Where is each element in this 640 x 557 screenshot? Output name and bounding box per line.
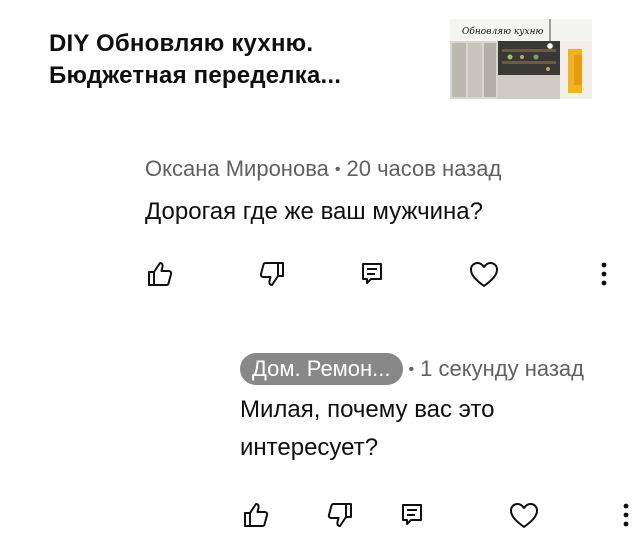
video-header: DIY Обновляю кухню. Бюджетная переделка.… — [0, 0, 640, 110]
comment-text-line-2: интересует? — [240, 434, 379, 462]
thumbnail-caption: Обновляю кухню — [462, 26, 544, 37]
comment-meta: Оксана Миронова • 20 часов назад — [145, 152, 625, 187]
thumbnail-image: Обновляю кухню — [450, 19, 592, 99]
reply-button[interactable] — [354, 256, 390, 292]
like-button[interactable] — [238, 497, 274, 533]
comment-meta: Дом. Ремон... • 1 секунду назад — [240, 352, 640, 387]
more-vertical-icon — [601, 262, 607, 286]
comment-text: Дорогая где же ваш мужчина? — [145, 193, 625, 231]
comment-time: 1 секунду назад — [420, 356, 584, 381]
thumbs-up-icon — [244, 503, 269, 527]
video-title[interactable]: DIY Обновляю кухню. Бюджетная переделка.… — [49, 28, 429, 92]
video-thumbnail[interactable]: Обновляю кухню — [450, 19, 592, 99]
meta-separator: • — [408, 361, 415, 379]
heart-button[interactable] — [466, 256, 502, 292]
thumbs-up-icon — [148, 262, 173, 286]
reply-comment: Дом. Ремон... • 1 секунду назад Милая, поч… — [240, 352, 640, 467]
comment-reply-icon — [362, 263, 382, 284]
meta-separator: • — [334, 161, 341, 179]
dislike-button[interactable] — [322, 497, 358, 533]
reply-actions — [0, 495, 640, 535]
thumbs-down-icon — [327, 503, 352, 527]
heart-icon — [510, 503, 538, 528]
comment: Оксана Миронова • 20 часов назад Дорогая г… — [145, 152, 625, 231]
heart-icon — [470, 262, 498, 287]
more-vertical-icon — [623, 503, 629, 527]
like-button[interactable] — [142, 256, 178, 292]
more-options-button[interactable] — [586, 256, 622, 292]
comment-time: 20 часов назад — [346, 156, 502, 181]
dislike-button[interactable] — [254, 256, 290, 292]
comment-author-badge[interactable]: Дом. Ремон... — [240, 353, 403, 385]
more-options-button[interactable] — [614, 497, 638, 533]
comment-text: Милая, почему вас это интересует? — [240, 391, 640, 467]
thumbs-down-icon — [259, 262, 284, 286]
heart-button[interactable] — [506, 497, 542, 533]
comment-author[interactable]: Оксана Миронова — [145, 156, 329, 181]
reply-button[interactable] — [394, 497, 430, 533]
video-title-line-1: DIY Обновляю кухню. — [49, 30, 314, 57]
video-title-line-2: Бюджетная переделка... — [49, 62, 342, 89]
comment-text-line-1: Милая, почему вас это — [240, 396, 495, 424]
comment-reply-icon — [402, 504, 422, 525]
comment-text-line: Дорогая где же ваш мужчина? — [145, 198, 484, 226]
comment-actions — [0, 254, 640, 294]
